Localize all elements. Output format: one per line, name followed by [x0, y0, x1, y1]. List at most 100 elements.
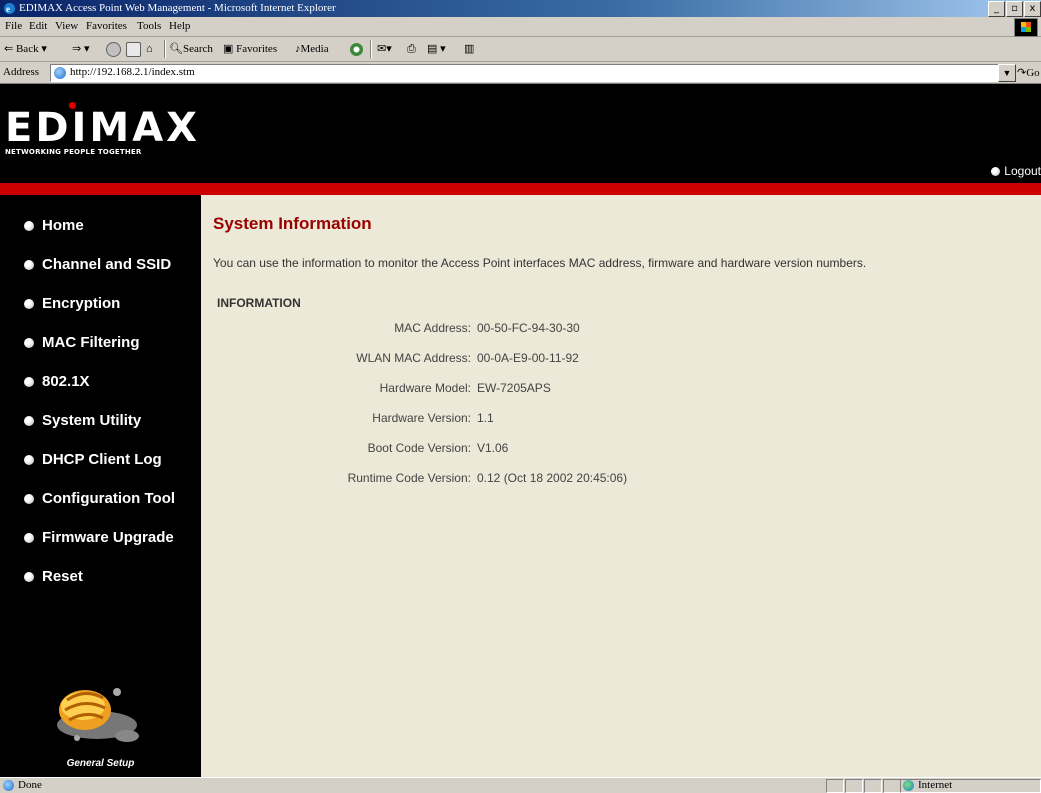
minimize-button[interactable]: _	[988, 1, 1005, 17]
stop-button[interactable]	[106, 41, 121, 57]
internet-zone-icon	[903, 779, 914, 791]
sidebar-item-label: System Utility	[42, 412, 142, 429]
search-icon: 🔍︎	[169, 43, 183, 55]
page-description: You can use the information to monitor t…	[213, 256, 867, 270]
print-icon: ⎙	[407, 43, 416, 55]
edit-button[interactable]: ▤ ▾	[427, 41, 446, 57]
address-dropdown-button[interactable]: ▼	[998, 64, 1016, 82]
info-row-hardware-version: Hardware Version: 1.1	[201, 411, 1041, 427]
bullet-icon	[24, 415, 34, 426]
maximize-button[interactable]: ▫	[1006, 1, 1023, 17]
info-row-boot-code: Boot Code Version: V1.06	[201, 441, 1041, 457]
windows-logo-icon	[1014, 18, 1038, 37]
address-input[interactable]: http://192.168.2.1/index.stm	[50, 64, 999, 82]
print-button[interactable]: ⎙	[407, 41, 416, 57]
edit-dropdown-icon: ▾	[437, 43, 446, 55]
discuss-button[interactable]: ▥	[464, 41, 474, 57]
mail-button[interactable]: ✉▾	[377, 41, 392, 57]
sidebar-item-system-utility[interactable]: System Utility	[24, 412, 141, 429]
info-label: MAC Address:	[394, 321, 471, 335]
bullet-icon	[24, 259, 34, 270]
internet-explorer-icon: e	[4, 3, 15, 14]
back-arrow-icon: ⇐	[4, 43, 14, 55]
svg-text:e: e	[6, 4, 10, 14]
forward-arrow-icon: ⇒	[72, 43, 82, 55]
stop-icon	[106, 41, 121, 57]
bullet-icon	[24, 298, 34, 309]
favorites-button[interactable]: ▣ Favorites	[223, 41, 277, 57]
info-row-wlan-mac: WLAN MAC Address: 00-0A-E9-00-11-92	[201, 351, 1041, 367]
info-value: 00-50-FC-94-30-30	[477, 321, 580, 335]
sidebar-item-label: Firmware Upgrade	[42, 529, 174, 546]
refresh-button[interactable]	[126, 41, 141, 57]
forward-button[interactable]: ⇒ ▾	[72, 41, 90, 57]
zone-label: Internet	[918, 779, 953, 791]
sidebar-item-home[interactable]: Home	[24, 217, 84, 234]
info-value: V1.06	[477, 441, 509, 455]
menu-favorites[interactable]: Favorites	[86, 20, 127, 32]
bullet-icon	[24, 337, 34, 348]
close-button[interactable]: x	[1024, 1, 1041, 17]
bullet-icon	[24, 220, 34, 231]
back-button[interactable]: ⇐ Back ▾	[4, 41, 47, 57]
status-panel	[845, 779, 863, 793]
history-button[interactable]	[350, 41, 363, 57]
menu-view[interactable]: View	[55, 20, 78, 32]
media-button[interactable]: ♪Media	[295, 41, 329, 57]
sidebar-item-label: Encryption	[42, 295, 121, 312]
address-url: http://192.168.2.1/index.stm	[70, 66, 195, 78]
logout-link[interactable]: Logout	[991, 164, 1041, 178]
search-label: Search	[182, 43, 213, 55]
sidebar-item-channel-ssid[interactable]: Channel and SSID	[24, 256, 171, 273]
address-bar: Address http://192.168.2.1/index.stm ▼ ↷…	[0, 62, 1041, 84]
go-button[interactable]: ↷Go	[1017, 66, 1040, 79]
info-value: 1.1	[477, 411, 494, 425]
sidebar-item-dhcp-client-log[interactable]: DHCP Client Log	[24, 451, 162, 468]
sidebar-item-label: Channel and SSID	[42, 256, 172, 273]
general-setup-icon	[57, 688, 139, 742]
search-button[interactable]: 🔍︎Search	[169, 41, 213, 57]
menu-tools[interactable]: Tools	[137, 20, 161, 32]
home-icon: ⌂	[146, 43, 153, 55]
bullet-icon	[24, 493, 34, 504]
sidebar-item-mac-filtering[interactable]: MAC Filtering	[24, 334, 140, 351]
status-bar: Done Internet	[0, 777, 1041, 793]
bullet-icon	[24, 532, 34, 543]
sidebar-item-label: 802.1X	[42, 373, 90, 390]
section-title: INFORMATION	[217, 296, 301, 310]
sidebar-item-label: Reset	[42, 568, 83, 585]
sidebar-item-reset[interactable]: Reset	[24, 568, 83, 585]
window-titlebar[interactable]: e EDIMAX Access Point Web Management - M…	[0, 0, 1041, 17]
menu-edit[interactable]: Edit	[29, 20, 47, 32]
sidebar-item-firmware-upgrade[interactable]: Firmware Upgrade	[24, 529, 174, 546]
sidebar-nav: Home Channel and SSID Encryption MAC Fil…	[0, 195, 201, 777]
home-button[interactable]: ⌂	[146, 41, 153, 57]
info-value: 00-0A-E9-00-11-92	[477, 351, 579, 365]
sidebar-item-8021x[interactable]: 802.1X	[24, 373, 90, 390]
page-status-icon	[3, 779, 14, 791]
favorites-icon: ▣	[223, 43, 234, 55]
general-setup-label: General Setup	[66, 758, 135, 769]
logout-label: Logout	[1004, 164, 1041, 178]
sidebar-item-label: DHCP Client Log	[42, 451, 162, 468]
forward-dropdown-icon: ▾	[83, 43, 90, 55]
info-label: Runtime Code Version:	[347, 471, 471, 485]
menu-help[interactable]: Help	[169, 20, 190, 32]
sidebar-item-label: Configuration Tool	[42, 490, 176, 507]
discuss-icon: ▥	[464, 43, 475, 55]
info-label: Hardware Model:	[379, 381, 471, 395]
sidebar-item-encryption[interactable]: Encryption	[24, 295, 120, 312]
address-label: Address	[3, 66, 40, 78]
page-title: System Information	[213, 214, 372, 233]
media-label: Media	[300, 43, 329, 55]
favorites-label: Favorites	[236, 43, 278, 55]
go-label: Go	[1026, 67, 1040, 79]
sidebar-item-label: Home	[42, 217, 84, 234]
info-label: WLAN MAC Address:	[356, 351, 471, 365]
window-title: EDIMAX Access Point Web Management - Mic…	[19, 2, 336, 14]
info-label: Hardware Version:	[372, 411, 471, 425]
toolbar: ⇐ Back ▾ ⇒ ▾ ⌂ 🔍︎Search ▣ Favorites ♪Med…	[0, 37, 1041, 62]
edimax-logo: EDIMAX NETWORKING PEOPLE TOGETHER	[5, 102, 200, 156]
sidebar-item-configuration-tool[interactable]: Configuration Tool	[24, 490, 175, 507]
menu-file[interactable]: File	[5, 20, 22, 32]
